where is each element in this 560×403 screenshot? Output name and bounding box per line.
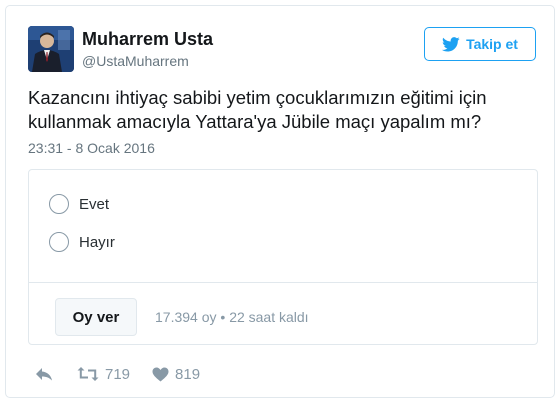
- poll-option-label: Hayır: [79, 233, 115, 251]
- like-action[interactable]: 819: [152, 366, 200, 383]
- poll-separator: •: [220, 309, 226, 325]
- tweet-text: Kazancını ihtiyaç sabibi yetim çocukları…: [28, 86, 538, 134]
- poll-option-label: Evet: [79, 195, 110, 213]
- poll-option-evet[interactable]: Evet: [49, 192, 109, 216]
- tweet-text-line: Kazancını ihtiyaç sabibi yetim çocukları…: [28, 87, 487, 108]
- tweet-card: Muharrem Usta @UstaMuharrem Takip et Kaz…: [5, 5, 555, 398]
- follow-button-label: Takip et: [466, 36, 518, 52]
- tweet-text-line: kullanmak amacıyla Yattara'ya Jübile maç…: [28, 111, 482, 132]
- poll-divider: [29, 282, 537, 283]
- author-handle[interactable]: @UstaMuharrem: [82, 53, 189, 69]
- poll: Evet Hayır Oy ver 17.394 oy • 22 saat ka…: [28, 169, 538, 345]
- retweet-action[interactable]: 719: [77, 366, 130, 383]
- twitter-bird-icon: [442, 36, 460, 52]
- reply-icon[interactable]: [34, 366, 54, 382]
- retweet-count: 719: [105, 365, 131, 383]
- heart-icon[interactable]: [152, 367, 169, 382]
- follow-button[interactable]: Takip et: [424, 27, 536, 61]
- poll-option-hayir[interactable]: Hayır: [49, 230, 115, 254]
- radio-button[interactable]: [49, 232, 69, 252]
- like-count: 819: [175, 365, 201, 383]
- radio-button[interactable]: [49, 194, 69, 214]
- retweet-icon[interactable]: [77, 366, 99, 382]
- poll-meta: 17.394 oy • 22 saat kaldı: [155, 309, 309, 325]
- tweet-action-bar: 719 819: [34, 364, 200, 384]
- poll-time-left: 22 saat kaldı: [229, 309, 309, 325]
- reply-action[interactable]: [34, 366, 54, 382]
- tweet-timestamp[interactable]: 23:31 - 8 Ocak 2016: [28, 140, 155, 156]
- vote-button[interactable]: Oy ver: [55, 298, 137, 336]
- author-avatar[interactable]: [28, 26, 74, 72]
- poll-vote-count: 17.394 oy: [155, 309, 217, 325]
- author-name[interactable]: Muharrem Usta: [82, 29, 213, 50]
